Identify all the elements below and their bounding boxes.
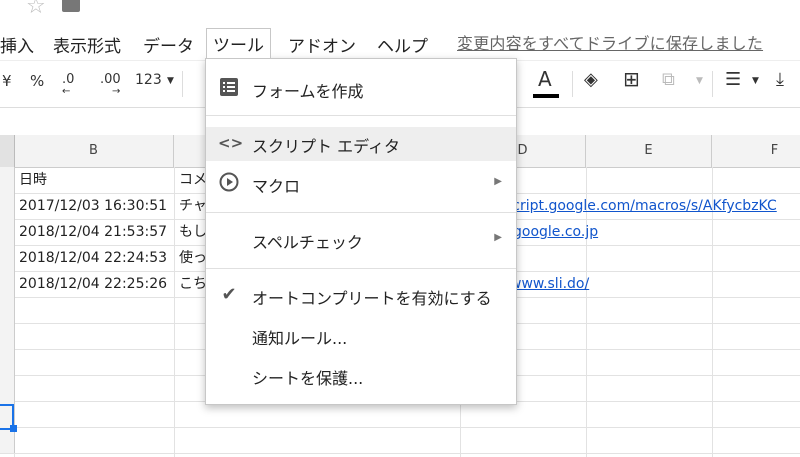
menu-item-label: シートを保護... <box>252 369 364 388</box>
cell-b[interactable]: 2018/12/04 21:53:57 <box>14 219 174 245</box>
code-icon: <> <box>218 134 244 152</box>
menu-tools[interactable]: ツール <box>206 28 271 58</box>
column-header-b[interactable]: B <box>14 135 174 167</box>
cell-d-link[interactable]: script.google.com/macros/s/AKfycbzKC <box>505 193 800 219</box>
menu-item-label: フォームを作成 <box>252 82 364 101</box>
menu-item-script-editor[interactable]: <> スクリプト エディタ <box>206 127 516 161</box>
folder-icon[interactable] <box>62 0 80 12</box>
cell-d-link[interactable]: www.sli.do/ <box>510 271 710 297</box>
row-header[interactable] <box>0 219 15 245</box>
menu-addons[interactable]: アドオン <box>282 30 362 59</box>
menu-item-macros[interactable]: マクロ ▶ <box>206 167 516 201</box>
cell-b[interactable]: 日時 <box>14 167 174 193</box>
menu-item-label: スペルチェック <box>252 233 363 252</box>
align-horizontal-icon[interactable]: ☰ <box>725 69 741 90</box>
menu-item-label: 通知ルール... <box>252 329 348 348</box>
arrow-right-icon: → <box>112 86 121 97</box>
menu-item-label: オートコンプリートを有効にする <box>252 289 492 308</box>
fill-handle[interactable] <box>10 425 17 432</box>
chevron-down-icon: ▼ <box>752 76 759 86</box>
borders-icon[interactable]: ⊞ <box>623 67 640 91</box>
save-status-link[interactable]: 変更内容をすべてドライブに保存しました <box>457 30 763 54</box>
decrease-decimal-button[interactable]: .0 <box>62 72 74 87</box>
column-header-f[interactable]: F <box>712 135 800 167</box>
align-vertical-icon[interactable]: ⤓ <box>776 69 784 90</box>
cell-d-link[interactable]: google.co.jp <box>513 219 713 245</box>
number-format-button[interactable]: 123 <box>135 72 162 88</box>
column-header-e[interactable]: E <box>586 135 712 167</box>
toolbar-divider <box>572 71 573 97</box>
play-circle-icon <box>218 172 240 194</box>
text-color-swatch <box>533 94 559 98</box>
cell-b[interactable]: 2018/12/04 22:25:26 <box>14 271 174 297</box>
submenu-arrow-icon: ▶ <box>494 232 502 243</box>
menu-item-label: マクロ <box>252 177 301 196</box>
row-header[interactable] <box>0 323 15 349</box>
menu-item-create-form[interactable]: フォームを作成 <box>206 72 516 106</box>
star-icon[interactable]: ☆ <box>26 0 46 19</box>
merge-cells-icon[interactable]: ⧉ <box>662 69 675 90</box>
tools-dropdown-menu: フォームを作成 <> スクリプト エディタ マクロ ▶ スペルチェック ▶ ✔ … <box>205 58 517 405</box>
chevron-down-icon: ▼ <box>167 76 174 86</box>
table-row <box>0 401 800 428</box>
cell-b[interactable]: 2018/12/04 22:24:53 <box>14 245 174 271</box>
row-header[interactable] <box>0 193 15 219</box>
select-all-corner[interactable] <box>0 135 15 167</box>
menu-format[interactable]: 表示形式 <box>47 30 127 59</box>
menu-item-autocomplete[interactable]: ✔ オートコンプリートを有効にする <box>206 279 516 313</box>
percent-format-button[interactable]: % <box>30 72 44 90</box>
cell-b[interactable]: 2017/12/03 16:30:51 <box>14 193 174 219</box>
menu-help[interactable]: ヘルプ <box>371 30 434 59</box>
row-header[interactable] <box>0 297 15 323</box>
menu-item-protect-sheet[interactable]: シートを保護... <box>206 359 516 393</box>
menu-item-label: スクリプト エディタ <box>252 137 400 156</box>
fill-color-icon[interactable]: ◈ <box>584 69 598 90</box>
row-header[interactable] <box>0 245 15 271</box>
increase-decimal-button[interactable]: .00 <box>100 72 121 87</box>
menu-divider <box>206 115 516 116</box>
checkmark-icon: ✔ <box>221 284 237 305</box>
form-icon <box>218 77 240 99</box>
toolbar-divider <box>182 71 183 97</box>
menu-insert[interactable]: 挿入 <box>0 30 40 59</box>
menu-bar: 挿入 表示形式 データ ツール アドオン ヘルプ 変更内容をすべてドライブに保存… <box>0 24 800 58</box>
toolbar-divider <box>712 71 713 97</box>
text-color-button[interactable]: A <box>538 67 552 91</box>
row-header[interactable] <box>0 375 15 401</box>
row-header[interactable] <box>0 349 15 375</box>
menu-item-notification-rules[interactable]: 通知ルール... <box>206 319 516 353</box>
menu-item-spell-check[interactable]: スペルチェック ▶ <box>206 223 516 257</box>
row-header[interactable] <box>0 271 15 297</box>
table-row <box>0 427 800 454</box>
menu-divider <box>206 268 516 269</box>
row-header[interactable] <box>0 167 15 193</box>
submenu-arrow-icon: ▶ <box>494 176 502 187</box>
chevron-down-icon: ▼ <box>696 76 703 86</box>
arrow-left-icon: ← <box>62 86 71 97</box>
menu-data[interactable]: データ <box>137 30 200 59</box>
currency-partial-icon[interactable]: ¥ <box>2 72 12 90</box>
menu-divider <box>206 212 516 213</box>
